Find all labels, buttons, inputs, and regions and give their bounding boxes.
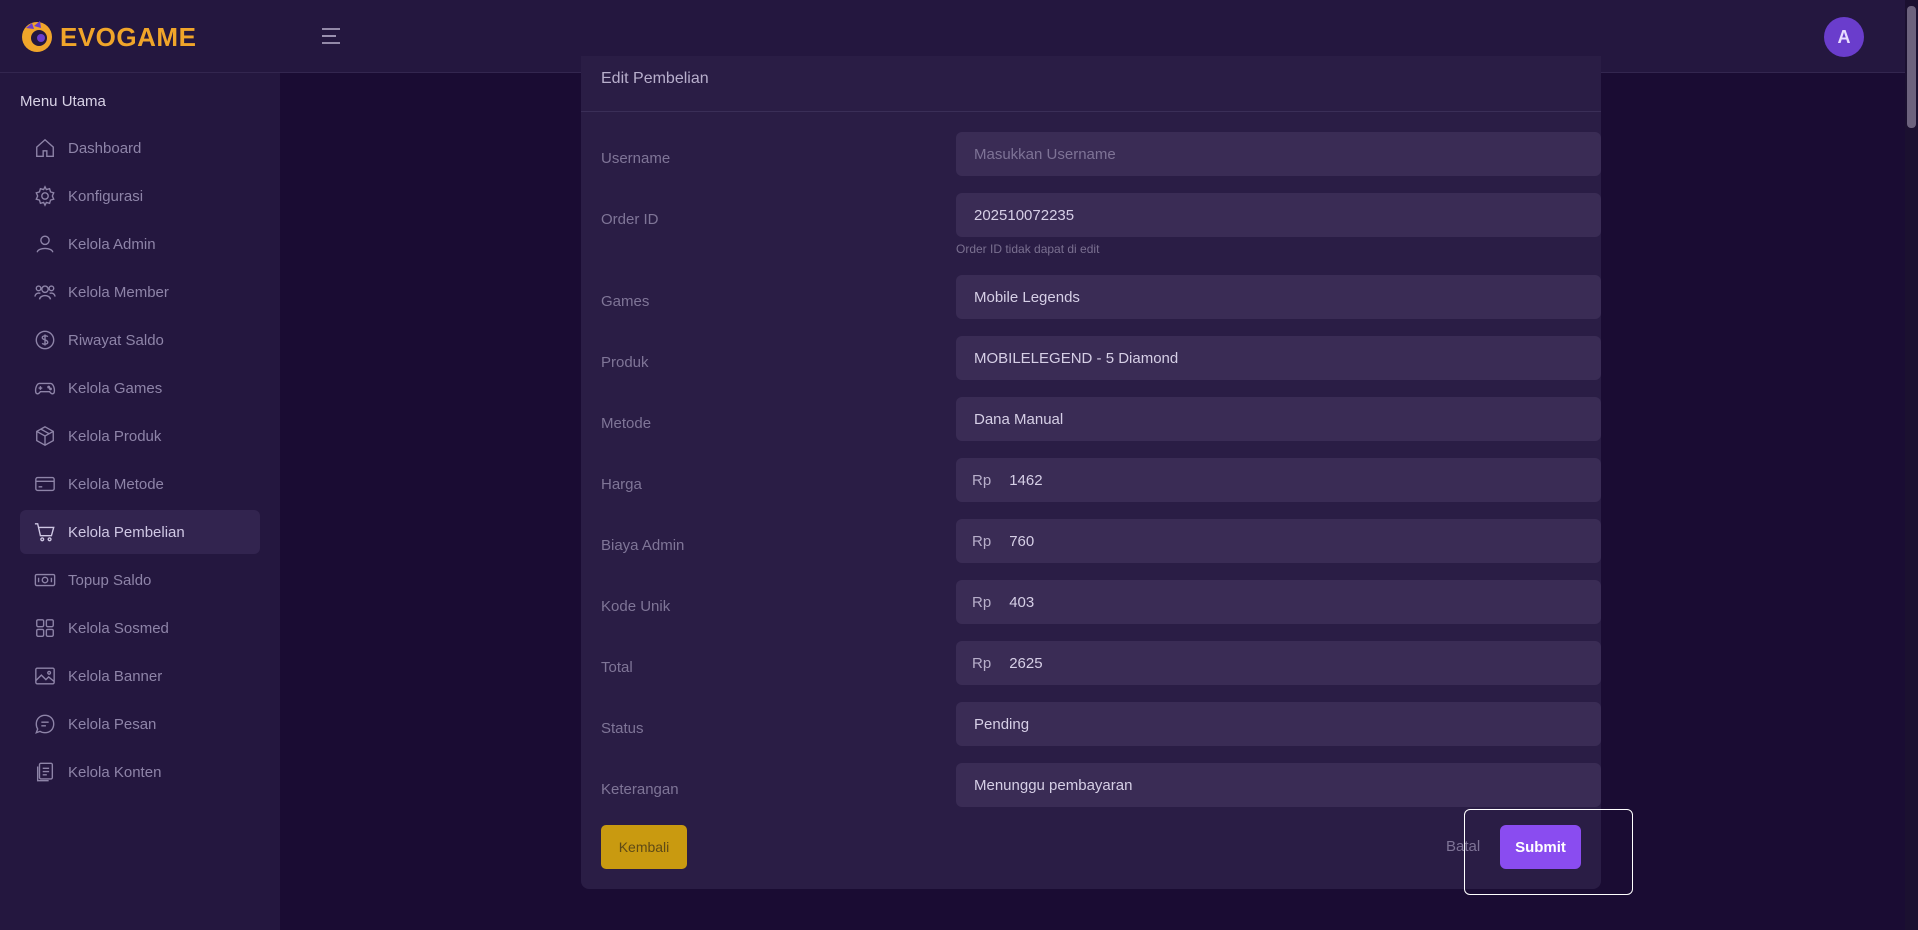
sidebar-item-kelola-pembelian[interactable]: Kelola Pembelian bbox=[20, 510, 260, 554]
back-button[interactable]: Kembali bbox=[601, 825, 687, 869]
users-icon bbox=[34, 285, 56, 300]
hamburger-menu-icon[interactable] bbox=[321, 26, 341, 46]
sidebar-item-konfigurasi[interactable]: Konfigurasi bbox=[20, 174, 260, 218]
page-scrollbar[interactable] bbox=[1905, 0, 1918, 930]
sidebar-item-kelola-member[interactable]: Kelola Member bbox=[20, 270, 260, 314]
sidebar-menu: Dashboard Konfigurasi Kelola Admin Kelol… bbox=[20, 126, 260, 798]
order-id-hint: Order ID tidak dapat di edit bbox=[956, 242, 1100, 256]
brand-name: EVOGAME bbox=[60, 21, 197, 52]
sidebar-item-label: Kelola Sosmed bbox=[68, 619, 169, 637]
sidebar-item-label: Kelola Games bbox=[68, 379, 163, 397]
sidebar-item-kelola-games[interactable]: Kelola Games bbox=[20, 366, 260, 410]
biaya-admin-label: Biaya Admin bbox=[601, 537, 685, 554]
order-id-field: 202510072235 bbox=[956, 193, 1601, 237]
dollar-circle-icon bbox=[35, 330, 55, 350]
status-label: Status bbox=[601, 720, 644, 737]
money-icon bbox=[34, 573, 56, 587]
card-title: Edit Pembelian bbox=[581, 56, 1601, 112]
biaya-admin-input[interactable]: Rp 760 bbox=[956, 519, 1601, 563]
harga-value: 1462 bbox=[1009, 471, 1043, 489]
sidebar-title: Menu Utama bbox=[20, 93, 106, 110]
brand-logo[interactable]: EVOGAME bbox=[20, 18, 196, 56]
sidebar-item-label: Kelola Pembelian bbox=[68, 523, 185, 541]
total-value: 2625 bbox=[1009, 654, 1043, 672]
sidebar-item-kelola-admin[interactable]: Kelola Admin bbox=[20, 222, 260, 266]
gear-icon bbox=[35, 185, 55, 207]
sidebar-item-dashboard[interactable]: Dashboard bbox=[20, 126, 260, 170]
gamepad-icon bbox=[34, 382, 56, 395]
sidebar-item-label: Kelola Produk bbox=[68, 427, 162, 445]
sidebar-item-label: Topup Saldo bbox=[68, 571, 152, 589]
currency-prefix: Rp bbox=[972, 654, 992, 672]
sidebar-item-topup-saldo[interactable]: Topup Saldo bbox=[20, 558, 260, 602]
sidebar-item-label: Konfigurasi bbox=[68, 187, 144, 205]
kode-unik-label: Kode Unik bbox=[601, 598, 671, 615]
sidebar-item-kelola-sosmed[interactable]: Kelola Sosmed bbox=[20, 606, 260, 650]
chat-icon bbox=[35, 714, 55, 734]
sidebar-item-label: Kelola Konten bbox=[68, 763, 162, 781]
document-icon bbox=[36, 762, 54, 782]
cart-icon bbox=[34, 523, 55, 542]
currency-prefix: Rp bbox=[972, 532, 992, 550]
metode-input[interactable]: Dana Manual bbox=[956, 397, 1601, 441]
image-icon bbox=[35, 667, 55, 685]
games-label: Games bbox=[601, 293, 650, 310]
order-id-label: Order ID bbox=[601, 211, 659, 228]
sidebar-item-label: Riwayat Saldo bbox=[68, 331, 164, 349]
sidebar-item-label: Kelola Admin bbox=[68, 235, 156, 253]
username-label: Username bbox=[601, 150, 671, 167]
total-label: Total bbox=[601, 659, 633, 676]
produk-input[interactable]: MOBILELEGEND - 5 Diamond bbox=[956, 336, 1601, 380]
sidebar-item-label: Dashboard bbox=[68, 139, 142, 157]
currency-prefix: Rp bbox=[972, 593, 992, 611]
logo-icon bbox=[22, 21, 52, 52]
kode-unik-input[interactable]: Rp 403 bbox=[956, 580, 1601, 624]
home-icon bbox=[36, 138, 54, 157]
sidebar-item-kelola-banner[interactable]: Kelola Banner bbox=[20, 654, 260, 698]
edit-purchase-card: Edit Pembelian Username Masukkan Usernam… bbox=[581, 56, 1601, 889]
games-input[interactable]: Mobile Legends bbox=[956, 275, 1601, 319]
harga-input[interactable]: Rp 1462 bbox=[956, 458, 1601, 502]
grid-icon bbox=[36, 619, 54, 637]
keterangan-label: Keterangan bbox=[601, 781, 679, 798]
submit-button[interactable]: Submit bbox=[1500, 825, 1581, 869]
total-input[interactable]: Rp 2625 bbox=[956, 641, 1601, 685]
sidebar-item-label: Kelola Metode bbox=[68, 475, 164, 493]
sidebar-item-kelola-metode[interactable]: Kelola Metode bbox=[20, 462, 260, 506]
keterangan-input[interactable]: Menunggu pembayaran bbox=[956, 763, 1601, 807]
biaya-admin-value: 760 bbox=[1009, 532, 1035, 550]
user-avatar[interactable]: A bbox=[1824, 17, 1864, 57]
metode-label: Metode bbox=[601, 415, 652, 432]
box-icon bbox=[36, 426, 54, 446]
username-input[interactable]: Masukkan Username bbox=[956, 132, 1601, 176]
produk-label: Produk bbox=[601, 354, 649, 371]
sidebar-item-label: Kelola Member bbox=[68, 283, 169, 301]
harga-label: Harga bbox=[601, 476, 642, 493]
sidebar-item-label: Kelola Banner bbox=[68, 667, 163, 685]
kode-unik-value: 403 bbox=[1009, 593, 1035, 611]
user-icon bbox=[36, 235, 54, 253]
cancel-button[interactable]: Batal bbox=[1446, 838, 1480, 855]
sidebar-item-label: Kelola Pesan bbox=[68, 715, 157, 733]
status-select[interactable]: Pending bbox=[956, 702, 1601, 746]
sidebar-item-riwayat-saldo[interactable]: Riwayat Saldo bbox=[20, 318, 260, 362]
card-icon bbox=[35, 476, 55, 492]
sidebar-item-kelola-pesan[interactable]: Kelola Pesan bbox=[20, 702, 260, 746]
scrollbar-thumb[interactable] bbox=[1907, 6, 1916, 128]
sidebar-item-kelola-konten[interactable]: Kelola Konten bbox=[20, 750, 260, 794]
currency-prefix: Rp bbox=[972, 471, 992, 489]
sidebar: Menu Utama Dashboard Konfigurasi Kelola … bbox=[0, 73, 280, 930]
sidebar-item-kelola-produk[interactable]: Kelola Produk bbox=[20, 414, 260, 458]
